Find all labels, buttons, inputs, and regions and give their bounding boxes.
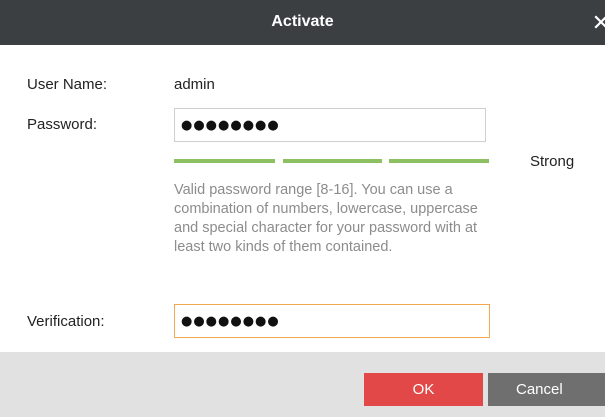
username-label: User Name: — [27, 76, 108, 93]
password-label: Password: — [27, 116, 98, 133]
username-value: admin — [174, 76, 215, 93]
verification-field[interactable] — [174, 304, 490, 338]
password-hint: Valid password range [8-16]. You can use… — [174, 182, 478, 255]
dialog-title: Activate — [271, 13, 334, 30]
strength-bar-segment-3 — [389, 159, 489, 163]
password-strength-label: Strong — [530, 153, 575, 170]
strength-bar-segment-1 — [174, 159, 275, 163]
verification-label: Verification: — [27, 313, 105, 330]
dialog-titlebar: Activate — [0, 0, 605, 45]
strength-bar-segment-2 — [283, 159, 382, 163]
cancel-button[interactable]: Cancel — [488, 373, 605, 406]
activate-dialog: Activate User Name: admin Password: Stro… — [0, 0, 605, 417]
password-field[interactable] — [174, 108, 486, 142]
close-icon[interactable] — [589, 10, 605, 34]
ok-button[interactable]: OK — [364, 373, 483, 406]
